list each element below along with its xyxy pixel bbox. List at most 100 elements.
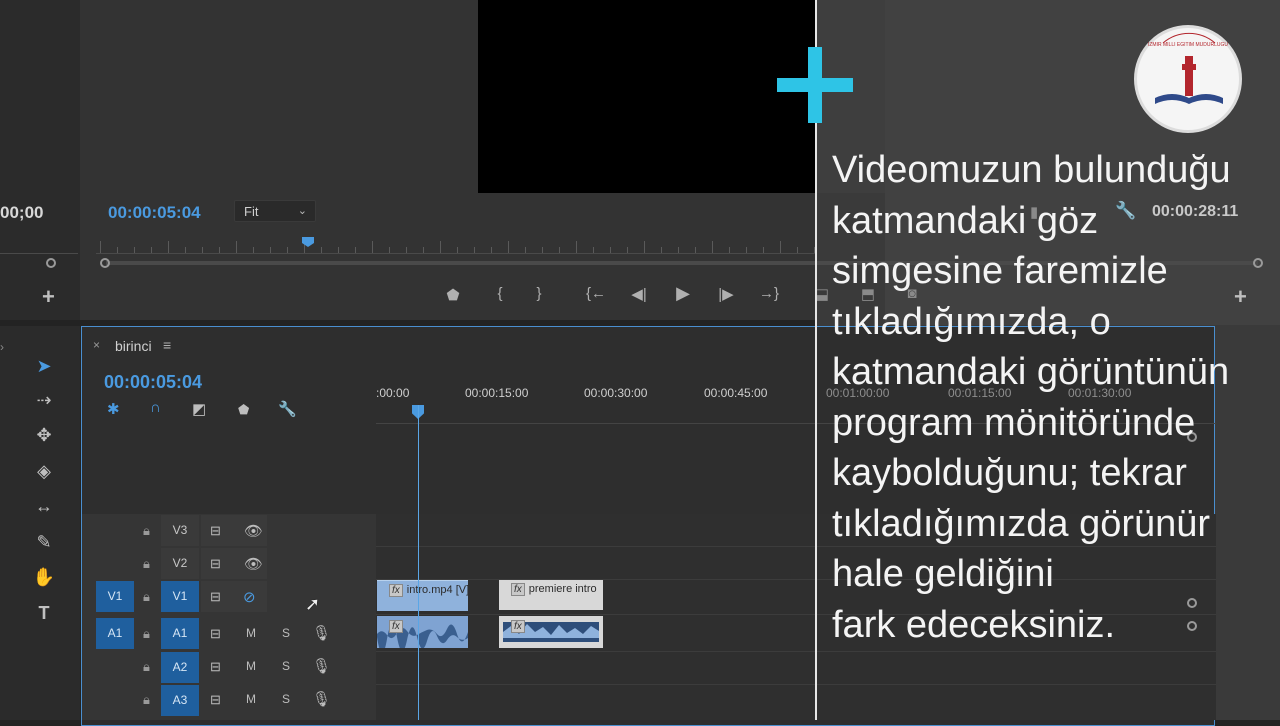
razor-tool-icon[interactable]: ◈: [28, 457, 60, 485]
go-to-in-icon[interactable]: {←: [584, 285, 608, 302]
linked-selection-icon[interactable]: ◩: [192, 400, 206, 418]
clip-label-intro: intro.mp4 [V]: [406, 584, 468, 596]
fx-badge-icon: fx: [511, 583, 525, 596]
fit-select-value: Fit: [244, 204, 259, 219]
ruler-label-0: :00:00: [376, 386, 410, 400]
step-back-icon[interactable]: ◀|: [628, 285, 650, 303]
caption-line: simgesine faremizle: [832, 250, 1168, 292]
add-marker-icon[interactable]: ⬟: [444, 286, 462, 304]
eye-icon-v2[interactable]: 👁︎: [244, 555, 263, 573]
pen-tool-icon[interactable]: ✎: [28, 528, 60, 556]
source-zoom-handle[interactable]: [46, 258, 56, 268]
track-target-v3[interactable]: V3: [161, 515, 199, 546]
institution-logo: İZMİR MİLLİ EĞİTİM MÜDÜRLÜĞÜ: [1134, 25, 1242, 133]
track-select-tool-icon[interactable]: ⇢: [28, 386, 60, 414]
play-icon[interactable]: ▶: [672, 283, 694, 304]
timeline-current-time[interactable]: 00:00:05:04: [104, 372, 202, 393]
ruler-tick: [219, 247, 220, 253]
program-playhead-timecode[interactable]: 00:00:05:04: [108, 203, 201, 223]
ruler-label-2: 00:00:30:00: [584, 386, 648, 400]
ruler-tick: [610, 247, 611, 253]
solo-button-a2[interactable]: S: [282, 659, 290, 673]
mark-out-icon[interactable]: }: [530, 285, 548, 302]
microphone-icon-a1[interactable]: 🎙︎: [312, 624, 331, 642]
ruler-tick: [576, 241, 577, 253]
mute-button-a3[interactable]: M: [246, 692, 256, 706]
source-patch-a1[interactable]: A1: [96, 618, 134, 649]
ruler-tick: [423, 247, 424, 253]
ruler-tick: [712, 241, 713, 253]
solo-button-a1[interactable]: S: [282, 626, 290, 640]
mute-button-a2[interactable]: M: [246, 659, 256, 673]
source-timecode: 00;00: [0, 203, 44, 222]
mouse-pointer-icon: ➚: [305, 594, 321, 614]
sync-lock-icon[interactable]: ⊟: [210, 523, 221, 539]
snap-magnet-icon[interactable]: ∩: [150, 399, 161, 416]
lock-icon-a1[interactable]: 🔒︎: [143, 626, 150, 642]
lock-icon-a2[interactable]: 🔒︎: [143, 659, 150, 675]
ruler-label-3: 00:00:45:00: [704, 386, 768, 400]
lock-icon-a3[interactable]: 🔒︎: [143, 692, 150, 708]
source-add-button[interactable]: +: [42, 284, 55, 310]
ruler-tick: [729, 247, 730, 253]
microphone-icon-a2[interactable]: 🎙︎: [312, 657, 331, 675]
step-forward-icon[interactable]: |▶: [715, 285, 737, 303]
add-marker-timeline-icon[interactable]: ⬟: [238, 402, 249, 418]
caption-overlay: Videomuzun bulunduğu katmandaki göz simg…: [832, 145, 1278, 650]
type-tool-icon[interactable]: T: [28, 599, 60, 627]
audio-clip-premiere[interactable]: fx: [499, 616, 603, 648]
ruler-tick: [780, 241, 781, 253]
sync-lock-icon[interactable]: ⊟: [210, 589, 221, 605]
eye-icon-v3[interactable]: 👁︎: [244, 522, 263, 540]
ruler-tick: [440, 241, 441, 253]
nest-icon[interactable]: ✱: [107, 400, 120, 418]
selection-tool-icon[interactable]: ➤: [28, 352, 60, 380]
lock-icon-v3[interactable]: 🔒︎: [143, 523, 150, 539]
ruler-tick: [151, 247, 152, 253]
lock-icon-v2[interactable]: 🔒︎: [143, 556, 150, 572]
track-target-a1[interactable]: A1: [161, 618, 199, 649]
lock-icon-v1[interactable]: 🔒︎: [143, 589, 150, 605]
ruler-tick: [117, 247, 118, 253]
track-divider: [376, 651, 1216, 652]
menu-icon[interactable]: ≡: [163, 337, 171, 353]
solo-button-a3[interactable]: S: [282, 692, 290, 706]
ruler-tick: [746, 247, 747, 253]
close-icon[interactable]: ×: [93, 338, 100, 352]
audio-clip-intro[interactable]: fx: [377, 616, 468, 654]
mark-in-icon[interactable]: {: [491, 285, 509, 302]
go-to-out-icon[interactable]: →}: [757, 285, 781, 302]
video-clip-intro[interactable]: fx intro.mp4 [V]: [377, 580, 468, 611]
ripple-edit-tool-icon[interactable]: ✥: [28, 421, 60, 449]
sync-lock-icon[interactable]: ⊟: [210, 692, 221, 708]
track-target-a2[interactable]: A2: [161, 652, 199, 683]
timeline-settings-wrench-icon[interactable]: 🔧: [278, 400, 297, 418]
caption-line: tıkladığımızda, o: [832, 300, 1111, 343]
lift-icon[interactable]: ⬓: [810, 285, 834, 303]
ruler-tick: [474, 247, 475, 253]
sequence-tab[interactable]: birinci: [115, 338, 152, 354]
mute-button-a1[interactable]: M: [246, 626, 256, 640]
slip-tool-icon[interactable]: ↔: [28, 492, 60, 520]
video-clip-premiere[interactable]: fx premiere intro: [499, 580, 603, 610]
sync-lock-icon[interactable]: ⊟: [210, 556, 221, 572]
track-target-a3[interactable]: A3: [161, 685, 199, 716]
caption-line: kaybolduğunu; tekrar: [832, 452, 1187, 494]
logo-text: İZMİR MİLLİ EĞİTİM MÜDÜRLÜĞÜ: [1147, 42, 1228, 48]
sync-lock-icon[interactable]: ⊟: [210, 659, 221, 675]
program-zoom-handle-left[interactable]: [100, 258, 110, 268]
sync-lock-icon[interactable]: ⊟: [210, 626, 221, 642]
source-patch-v1[interactable]: V1: [96, 581, 134, 612]
fx-badge-icon: fx: [511, 620, 525, 633]
ruler-tick: [525, 247, 526, 253]
hand-tool-icon[interactable]: ✋: [28, 563, 60, 591]
track-target-v2[interactable]: V2: [161, 548, 199, 579]
chevron-down-icon: ⌄: [297, 205, 307, 217]
fit-select[interactable]: Fit ⌄: [234, 200, 316, 222]
ruler-tick: [491, 247, 492, 253]
panel-expand-icon[interactable]: ›: [0, 340, 4, 354]
eye-hidden-icon-v1[interactable]: ⊘: [243, 588, 256, 606]
ruler-tick: [202, 247, 203, 253]
microphone-icon-a3[interactable]: 🎙︎: [312, 690, 331, 708]
track-target-v1[interactable]: V1: [161, 581, 199, 612]
